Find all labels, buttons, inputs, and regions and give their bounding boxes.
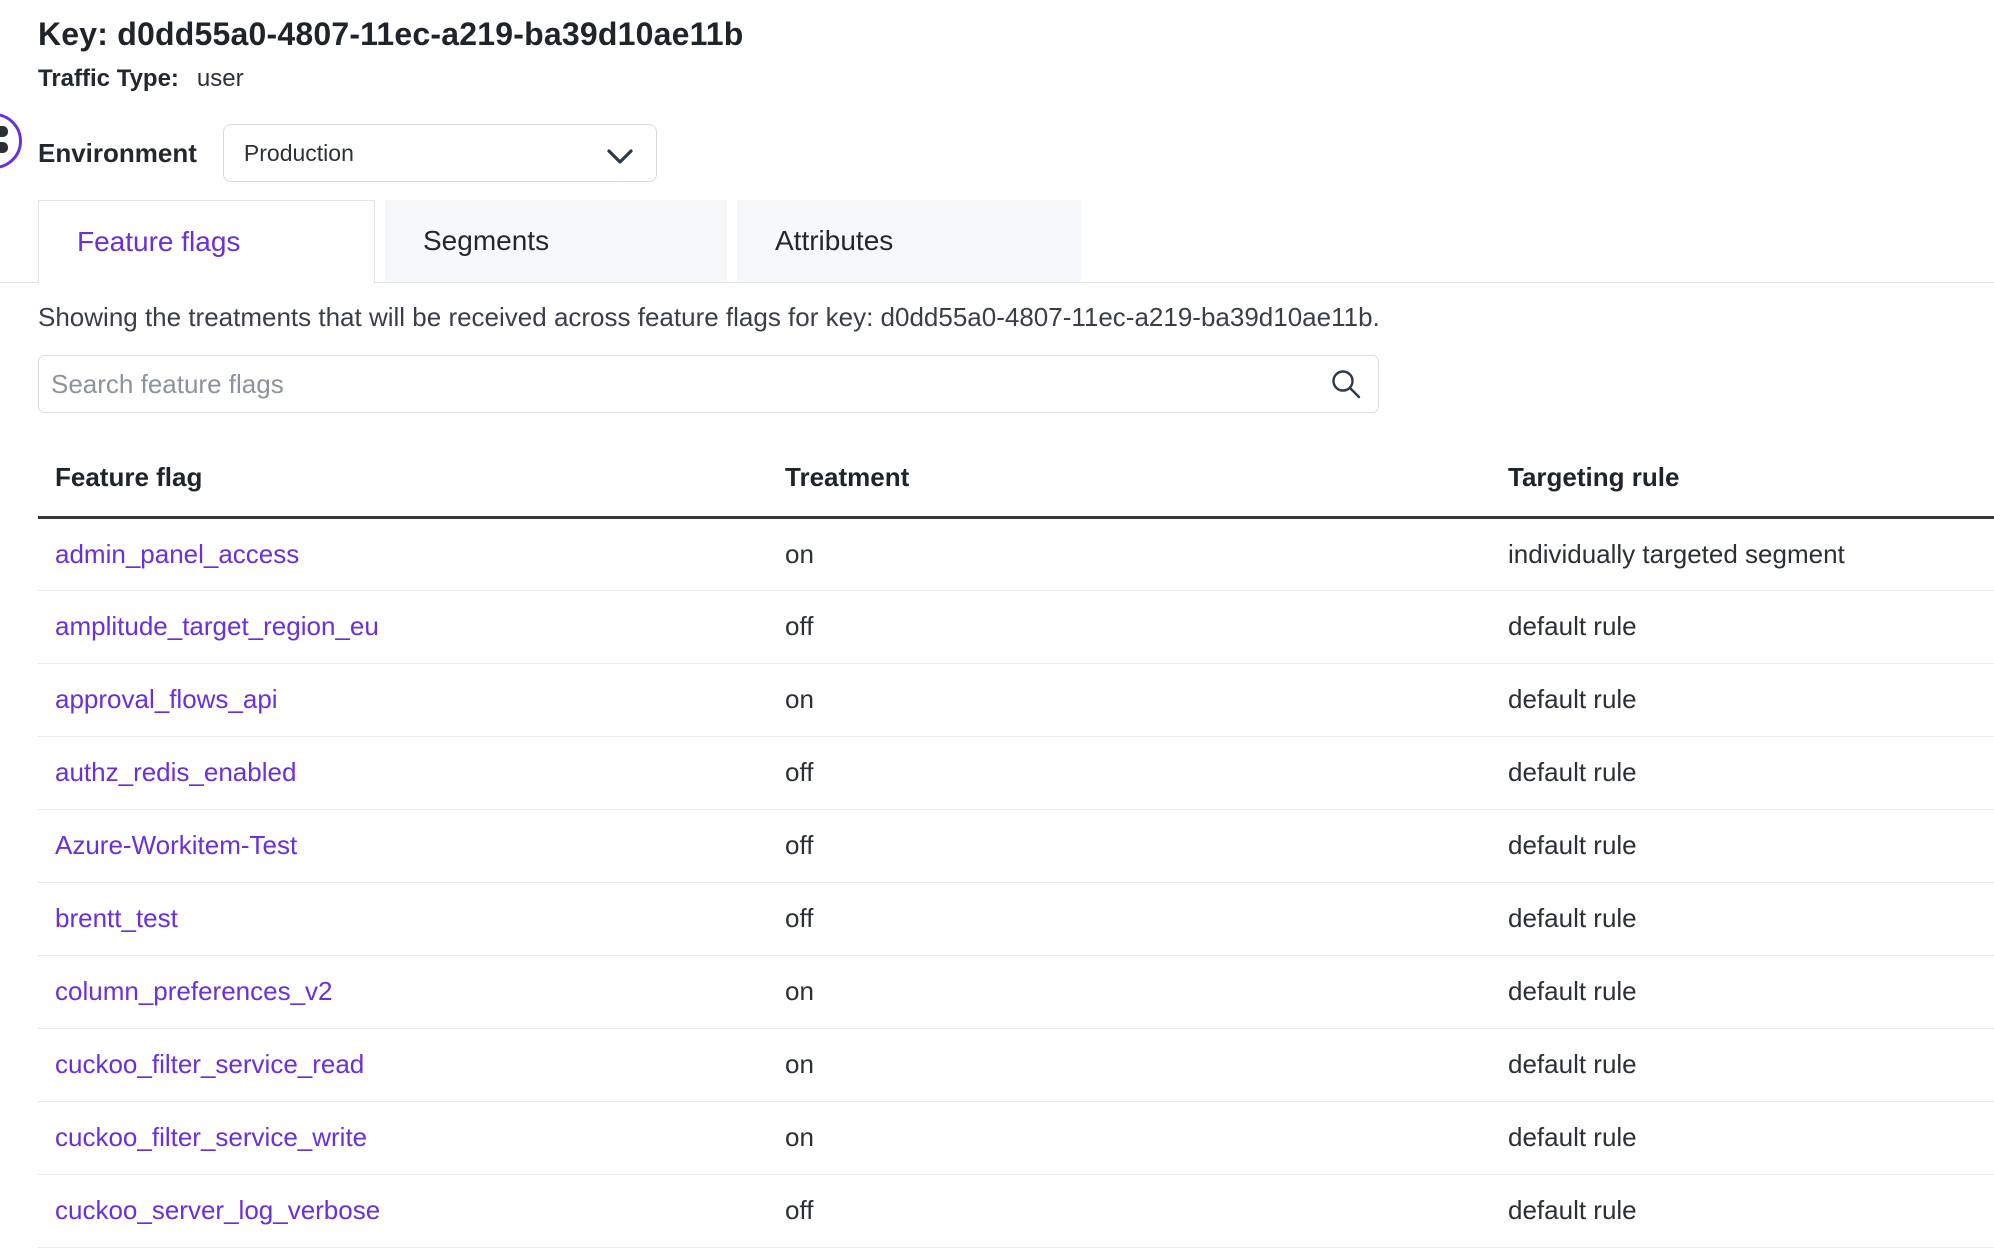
feature-flags-table: Feature flag Treatment Targeting rule ad…	[38, 439, 1994, 1248]
environment-select[interactable]: Production	[223, 124, 657, 182]
targeting-rule-cell: individually targeted segment	[1491, 517, 1994, 590]
treatment-cell: off	[768, 736, 1491, 809]
targeting-rule-cell: default rule	[1491, 809, 1994, 882]
targeting-rule-cell: default rule	[1491, 955, 1994, 1028]
treatment-cell: off	[768, 590, 1491, 663]
tab-label: Feature flags	[77, 226, 240, 258]
targeting-rule-cell: default rule	[1491, 590, 1994, 663]
traffic-type-label: Traffic Type:	[38, 65, 179, 92]
treatment-cell: on	[768, 955, 1491, 1028]
treatment-cell: on	[768, 1101, 1491, 1174]
feature-flag-link[interactable]: Azure-Workitem-Test	[55, 830, 297, 860]
feature-flag-link[interactable]: approval_flows_api	[55, 684, 278, 714]
table-row: column_preferences_v2 on default rule	[38, 955, 1994, 1028]
page-title: Key: d0dd55a0-4807-11ec-a219-ba39d10ae11…	[38, 14, 1994, 54]
table-row: cuckoo_filter_service_write on default r…	[38, 1101, 1994, 1174]
column-header-treatment: Treatment	[768, 439, 1491, 517]
targeting-rule-cell: default rule	[1491, 882, 1994, 955]
table-row: brentt_test off default rule	[38, 882, 1994, 955]
environment-row: Environment Production	[38, 124, 1994, 182]
targeting-rule-cell: default rule	[1491, 1028, 1994, 1101]
feature-flag-link[interactable]: admin_panel_access	[55, 539, 299, 569]
targeting-rule-cell: default rule	[1491, 663, 1994, 736]
table-row: amplitude_target_region_eu off default r…	[38, 590, 1994, 663]
table-row: cuckoo_filter_service_read on default ru…	[38, 1028, 1994, 1101]
feature-flag-link[interactable]: column_preferences_v2	[55, 976, 333, 1006]
treatment-cell: off	[768, 1174, 1491, 1247]
table-row: authz_redis_enabled off default rule	[38, 736, 1994, 809]
table-row: admin_panel_access on individually targe…	[38, 517, 1994, 590]
feature-flag-link[interactable]: cuckoo_filter_service_read	[55, 1049, 364, 1079]
key-detail-page: Key: d0dd55a0-4807-11ec-a219-ba39d10ae11…	[0, 14, 1994, 1252]
treatments-description: Showing the treatments that will be rece…	[38, 301, 1994, 333]
targeting-rule-cell: default rule	[1491, 736, 1994, 809]
column-header-targeting-rule: Targeting rule	[1491, 439, 1994, 517]
treatment-cell: off	[768, 809, 1491, 882]
column-header-feature-flag: Feature flag	[38, 439, 768, 517]
feature-flag-link[interactable]: cuckoo_server_log_verbose	[55, 1195, 380, 1225]
treatment-cell: on	[768, 517, 1491, 590]
environment-selected-value: Production	[244, 140, 354, 167]
feature-flag-link[interactable]: amplitude_target_region_eu	[55, 611, 379, 641]
table-row: approval_flows_api on default rule	[38, 663, 1994, 736]
chevron-down-icon	[606, 145, 634, 172]
cutoff-circle-icon[interactable]	[0, 113, 22, 169]
tab-label: Segments	[423, 225, 549, 257]
targeting-rule-cell: default rule	[1491, 1174, 1994, 1247]
search-box	[38, 355, 1379, 413]
cutoff-glyph-fragment	[0, 142, 8, 153]
traffic-type-value: user	[197, 65, 244, 92]
feature-flag-link[interactable]: cuckoo_filter_service_write	[55, 1122, 367, 1152]
table-header-row: Feature flag Treatment Targeting rule	[38, 439, 1994, 517]
environment-label: Environment	[38, 138, 197, 169]
tab-segments[interactable]: Segments	[385, 200, 727, 282]
tab-feature-flags[interactable]: Feature flags	[38, 200, 375, 284]
traffic-type-row: Traffic Type: user	[38, 64, 1994, 94]
treatment-cell: on	[768, 1028, 1491, 1101]
table-row: Azure-Workitem-Test off default rule	[38, 809, 1994, 882]
tab-label: Attributes	[775, 225, 893, 257]
tab-bar: Feature flags Segments Attributes	[0, 200, 1994, 283]
tab-attributes[interactable]: Attributes	[737, 200, 1081, 282]
table-row: cuckoo_server_log_verbose off default ru…	[38, 1174, 1994, 1247]
search-input[interactable]	[38, 355, 1379, 413]
feature-flag-link[interactable]: authz_redis_enabled	[55, 757, 296, 787]
cutoff-glyph-fragment	[0, 126, 8, 137]
treatment-cell: off	[768, 882, 1491, 955]
targeting-rule-cell: default rule	[1491, 1101, 1994, 1174]
treatment-cell: on	[768, 663, 1491, 736]
feature-flag-link[interactable]: brentt_test	[55, 903, 178, 933]
search-icon[interactable]	[1329, 368, 1363, 407]
